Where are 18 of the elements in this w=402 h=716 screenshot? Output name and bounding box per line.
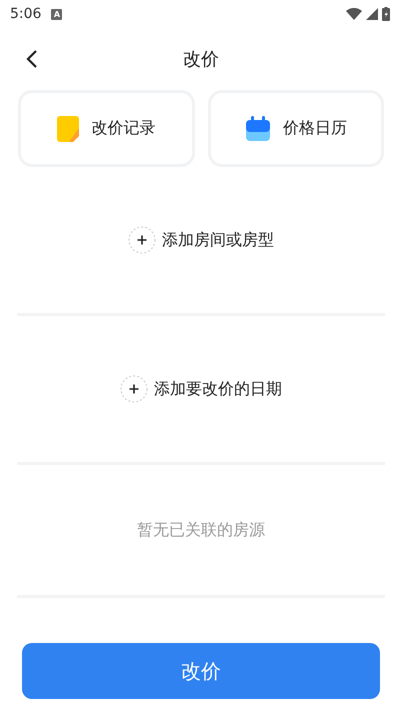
note-icon [57,116,80,142]
add-room-button[interactable]: 添加房间或房型 [128,226,274,254]
add-date-button[interactable]: 添加要改价的日期 [120,375,282,403]
notification-icon: A [51,8,62,20]
add-icon [128,226,156,254]
shortcut-card[interactable]: 价格日历 [208,90,384,167]
page-title: 改价 [183,48,219,71]
battery-icon [382,7,390,21]
shortcut-card[interactable]: 改价记录 [18,90,194,167]
shortcut-label: 价格日历 [282,118,347,139]
submit-button[interactable]: 改价 [22,643,380,699]
wifi-icon [346,8,362,20]
signal-icon [366,8,378,20]
shortcut-label: 改价记录 [91,118,156,139]
calendar-icon [244,116,271,142]
status-time: 5:06 [10,6,42,22]
empty-message: 暂无已关联的房源 [137,520,265,540]
add-icon [120,375,148,403]
